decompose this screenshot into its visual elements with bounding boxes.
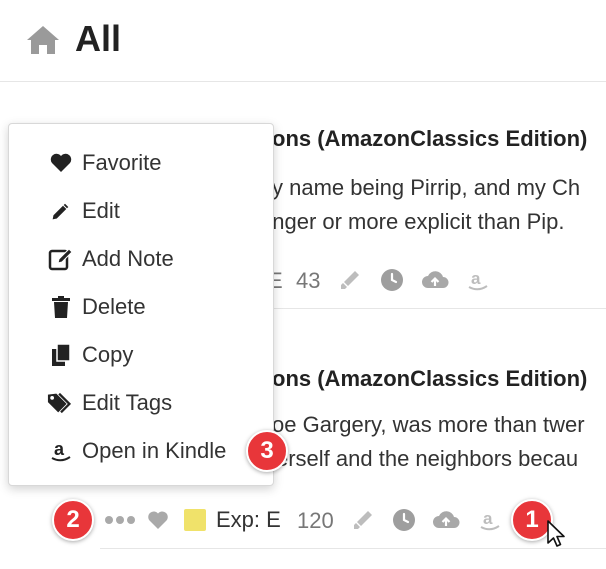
- header: All: [0, 0, 606, 82]
- svg-text:a: a: [54, 439, 65, 459]
- clock-icon[interactable]: [380, 268, 404, 292]
- heart-icon: [47, 150, 75, 176]
- menu-item-label: Favorite: [82, 150, 162, 175]
- heart-icon[interactable]: [146, 508, 170, 532]
- pencil-icon: [47, 198, 75, 224]
- menu-item-open-in-kindle[interactable]: a Open in Kindle: [9, 429, 273, 473]
- menu-item-favorite[interactable]: Favorite: [9, 141, 273, 185]
- card-divider: [100, 548, 606, 549]
- highlighter-icon[interactable]: [338, 268, 362, 292]
- amazon-icon[interactable]: a: [466, 268, 490, 292]
- ellipsis-icon: [105, 516, 135, 524]
- menu-item-edit[interactable]: Edit: [9, 189, 273, 233]
- amazon-icon[interactable]: a: [478, 508, 502, 532]
- menu-item-label: Edit: [82, 198, 120, 223]
- amazon-icon: a: [47, 438, 75, 464]
- card-text-line: onger or more explicit than Pip.: [260, 209, 565, 234]
- highlight-count: 120: [297, 508, 334, 533]
- cloud-upload-icon[interactable]: [421, 268, 449, 292]
- menu-item-label: Edit Tags: [82, 390, 173, 415]
- tag-label[interactable]: Exp: E: [216, 504, 281, 536]
- home-icon[interactable]: [25, 24, 61, 56]
- highlighter-icon[interactable]: [351, 508, 375, 532]
- svg-text:a: a: [483, 509, 493, 528]
- menu-item-label: Open in Kindle: [82, 438, 227, 463]
- mouse-cursor-icon: [547, 520, 565, 547]
- page-title: All: [75, 18, 122, 59]
- svg-text:a: a: [471, 269, 481, 288]
- menu-item-label: Delete: [82, 294, 146, 319]
- menu-item-edit-tags[interactable]: Edit Tags: [9, 381, 273, 425]
- menu-item-label: Add Note: [82, 246, 174, 271]
- cloud-upload-icon[interactable]: [432, 508, 460, 532]
- trash-icon: [47, 294, 75, 320]
- copy-icon: [47, 342, 75, 368]
- clock-icon[interactable]: [392, 508, 416, 532]
- context-menu: Favorite Edit Add Note Delete Copy Edit …: [8, 123, 274, 486]
- menu-item-label: Copy: [82, 342, 134, 367]
- highlight-count: 43: [296, 268, 321, 293]
- tag-color-swatch[interactable]: [184, 509, 206, 531]
- card-title[interactable]: ons (AmazonClassics Edition): [272, 126, 587, 152]
- card-text-line: oe Gargery, was more than twer: [272, 412, 585, 437]
- menu-item-copy[interactable]: Copy: [9, 333, 273, 377]
- card-title[interactable]: ons (AmazonClassics Edition): [272, 366, 587, 392]
- card-text-line: y name being Pirrip, and my Ch: [272, 175, 581, 200]
- more-options-button[interactable]: [104, 510, 138, 530]
- annotation-badge-3: 3: [246, 430, 288, 472]
- card-text-line: erself and the neighbors becau: [276, 446, 579, 471]
- card-divider: [272, 308, 606, 309]
- menu-item-add-note[interactable]: Add Note: [9, 237, 273, 281]
- tags-icon: [47, 390, 75, 416]
- annotation-badge-2: 2: [52, 499, 94, 541]
- note-edit-icon: [47, 246, 75, 272]
- menu-item-delete[interactable]: Delete: [9, 285, 273, 329]
